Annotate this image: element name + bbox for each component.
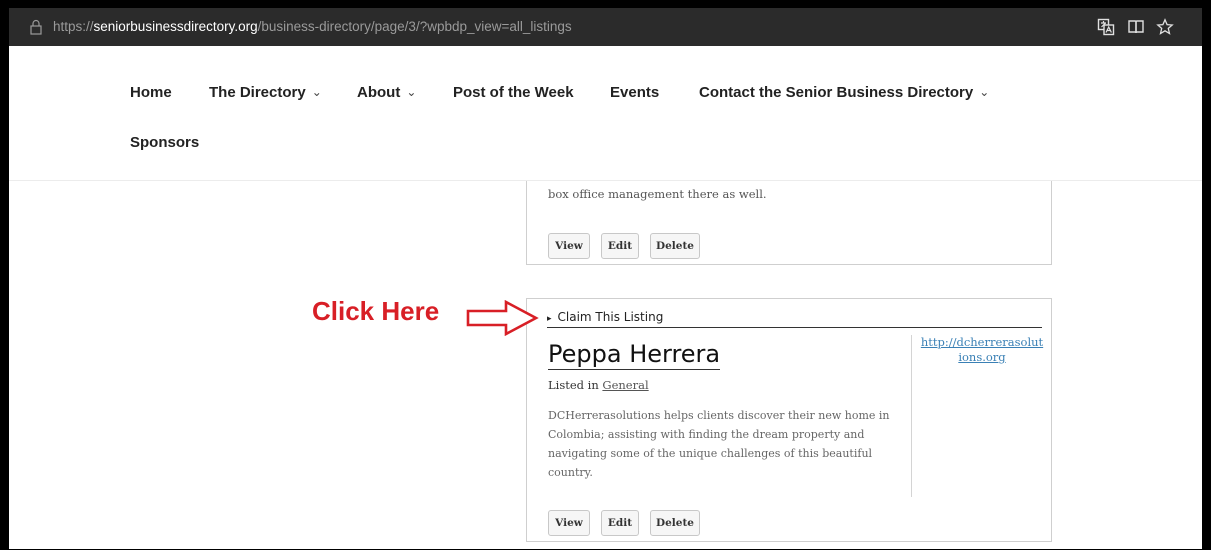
chevron-down-icon: ⌄ (311, 85, 322, 99)
nav-item-post-of-the-week[interactable]: Post of the Week (453, 84, 574, 101)
url-field[interactable]: https://seniorbusinessdirectory.org/busi… (53, 19, 572, 34)
reading-view-icon[interactable] (1127, 18, 1145, 36)
listing-category-line: Listed in General (548, 378, 649, 392)
url-path: /business-directory/page/3/?wpbdp_view=a… (257, 19, 572, 34)
nav-item-the-directory-label: The Directory (209, 84, 306, 101)
previous-listing-card: box office management there as well. Vie… (526, 181, 1052, 265)
right-arrow-icon (466, 300, 539, 336)
nav-item-events[interactable]: Events (610, 84, 659, 101)
listing-title[interactable]: Peppa Herrera (548, 340, 721, 370)
url-scheme: https:// (53, 19, 94, 34)
column-divider (911, 335, 912, 497)
listing-title-text: Peppa Herrera (548, 340, 721, 368)
description-line: Colombia; assisting with finding the dre… (548, 428, 865, 441)
edit-button[interactable]: Edit (601, 233, 639, 259)
website-link-line: ions.org (958, 350, 1006, 364)
chevron-down-icon: ⌄ (979, 85, 990, 99)
delete-button[interactable]: Delete (650, 510, 700, 536)
website-link-line: http://dcherrerasolut (920, 335, 1044, 349)
listing-excerpt: box office management there as well. (548, 187, 767, 201)
caret-right-icon: ▸ (547, 314, 552, 324)
click-here-annotation: Click Here (312, 296, 440, 326)
description-line: country. (548, 466, 593, 479)
browser-address-bar: https://seniorbusinessdirectory.org/busi… (9, 8, 1202, 46)
description-line: navigating some of the unique challenges… (548, 447, 873, 460)
site-navigation: Home The Directory ⌄ About ⌄ Post of the W… (9, 46, 1202, 181)
nav-item-contact-label: Contact the Senior Business Directory (699, 84, 974, 101)
nav-item-post-of-the-week-label: Post of the Week (453, 84, 574, 101)
nav-item-the-directory[interactable]: The Directory ⌄ (209, 84, 322, 101)
nav-item-home[interactable]: Home (130, 84, 172, 101)
claim-listing-toggle[interactable]: ▸ Claim This Listing (547, 310, 1042, 328)
category-link[interactable]: General (602, 378, 648, 392)
listing-card: ▸ Claim This Listing Peppa Herrera Listed… (526, 298, 1052, 542)
nav-item-about[interactable]: About ⌄ (357, 84, 416, 101)
favorite-star-icon[interactable] (1156, 18, 1174, 36)
nav-item-events-label: Events (610, 84, 660, 101)
edit-button[interactable]: Edit (601, 510, 639, 536)
listed-in-label: Listed in (548, 378, 599, 392)
nav-item-sponsors[interactable]: Sponsors (130, 134, 199, 151)
listing-description: DCHerrerasolutions helps clients discove… (548, 406, 908, 482)
view-button[interactable]: View (548, 510, 590, 536)
extension-icon[interactable] (1097, 18, 1115, 36)
url-host: seniorbusinessdirectory.org (93, 19, 258, 34)
nav-item-home-label: Home (130, 84, 172, 101)
claim-listing-label: Claim This Listing (557, 310, 664, 324)
nav-item-about-label: About (357, 84, 401, 101)
description-line: DCHerrerasolutions helps clients discove… (548, 409, 890, 422)
nav-item-sponsors-label: Sponsors (130, 134, 200, 151)
view-button[interactable]: View (548, 233, 590, 259)
website-link[interactable]: http://dcherrerasolut ions.org (919, 335, 1045, 365)
delete-button[interactable]: Delete (650, 233, 700, 259)
chevron-down-icon: ⌄ (406, 85, 417, 99)
nav-item-contact[interactable]: Contact the Senior Business Directory ⌄ (699, 84, 989, 101)
lock-icon (30, 19, 42, 35)
